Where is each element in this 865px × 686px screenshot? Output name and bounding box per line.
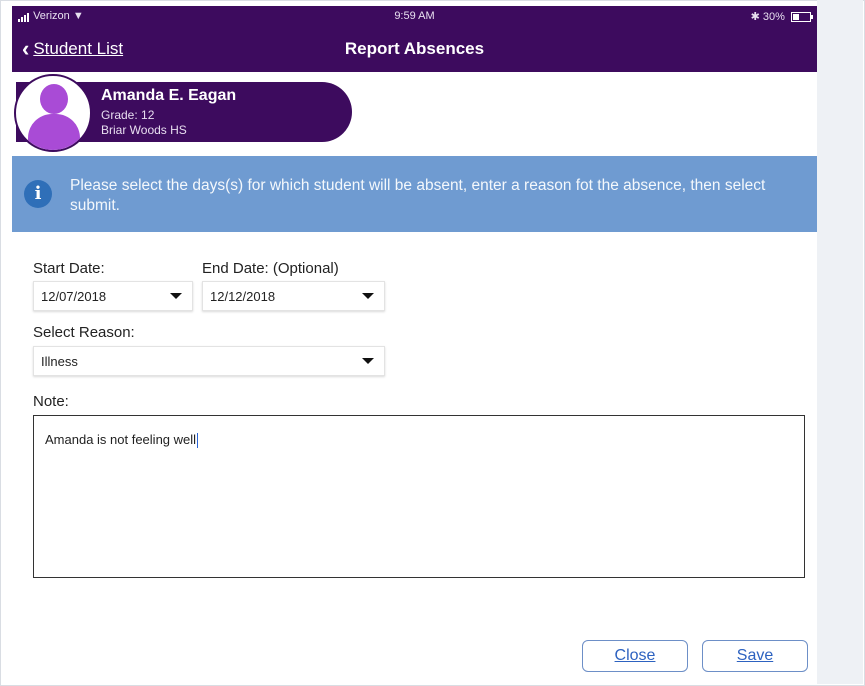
start-date-select[interactable]: 12/07/2018 [33,281,193,311]
status-right: ✱ 30% [750,10,813,23]
close-button[interactable]: Close [582,640,688,672]
reason-select[interactable]: Illness [33,346,385,376]
note-value: Amanda is not feeling well [45,432,197,447]
info-icon: i [24,180,52,208]
note-textarea[interactable]: Amanda is not feeling well [33,415,805,578]
end-date-select[interactable]: 12/12/2018 [202,281,385,311]
app-screen: Verizon ▼ 9:59 AM ✱ 30% ‹ Student List R… [12,6,817,682]
note-label: Note: [33,393,69,410]
avatar-body [28,114,80,150]
student-name: Amanda E. Eagan [101,87,237,104]
reason-label: Select Reason: [33,324,135,341]
reason-value: Illness [41,354,78,369]
side-strip [817,0,863,684]
info-message: Please select the days(s) for which stud… [70,177,766,214]
end-date-label: End Date: (Optional) [202,260,339,277]
bluetooth-icon: ✱ [750,11,760,23]
student-grade: Grade: 12 [101,108,155,122]
note-text: Amanda is not feeling well [45,432,199,449]
start-date-label: Start Date: [33,260,105,277]
chevron-down-icon [362,358,374,364]
chevron-down-icon [170,293,182,299]
battery-percent: 30% [762,11,785,23]
save-button[interactable]: Save [702,640,808,672]
text-cursor [197,433,199,449]
status-bar: Verizon ▼ 9:59 AM ✱ 30% [12,6,817,28]
top-bar: Verizon ▼ 9:59 AM ✱ 30% ‹ Student List R… [12,6,817,72]
chevron-down-icon [362,293,374,299]
info-banner: i Please select the days(s) for which st… [12,156,817,232]
end-date-value: 12/12/2018 [210,289,276,304]
avatar-head [40,84,68,114]
start-date-value: 12/07/2018 [41,289,107,304]
status-time: 9:59 AM [394,10,435,22]
battery-icon [791,12,813,23]
student-school: Briar Woods HS [101,123,187,137]
avatar-icon [14,74,92,152]
page-title: Report Absences [344,39,485,58]
